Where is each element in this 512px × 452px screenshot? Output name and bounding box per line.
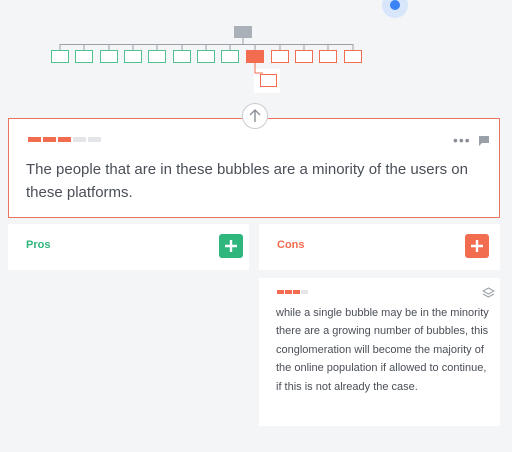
claim-card[interactable]: ••• The people that are in these bubbles… (8, 118, 500, 218)
comment-icon[interactable] (479, 136, 489, 146)
tree-root-node (234, 26, 252, 38)
cons-label: Cons (277, 239, 305, 251)
argument-text: while a single bubble may be in the mino… (276, 307, 489, 393)
add-con-button[interactable] (465, 234, 489, 258)
tree-level-1 (51, 44, 362, 63)
claim-strength-meter (28, 137, 103, 142)
cons-column-header: Cons (259, 224, 500, 270)
go-to-parent-button[interactable] (242, 103, 268, 129)
plus-icon (225, 240, 237, 252)
more-dots-icon[interactable]: ••• (453, 133, 471, 147)
claim-text: The people that are in these bubbles are… (26, 161, 468, 201)
tree-child-node (260, 74, 277, 87)
pros-column-header: Pros (8, 224, 249, 270)
plus-icon (471, 240, 483, 252)
add-pro-button[interactable] (219, 234, 243, 258)
discussion-tree-map[interactable] (0, 0, 512, 100)
arrow-up-icon (249, 109, 261, 122)
pros-label: Pros (26, 239, 51, 251)
argument-strength-meter (277, 290, 309, 294)
con-argument-card[interactable]: while a single bubble may be in the mino… (259, 278, 500, 426)
layers-icon[interactable] (482, 287, 495, 299)
